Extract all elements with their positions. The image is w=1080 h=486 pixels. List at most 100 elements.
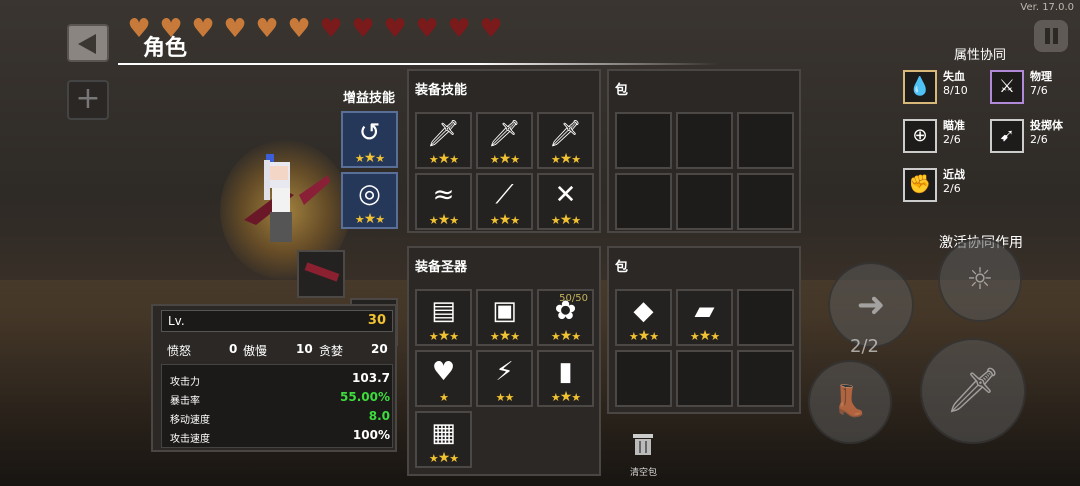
bag-relic-slot[interactable]: ◆ ★★★ — [615, 289, 672, 346]
buff-skill-slot[interactable]: ↺ ★★★ — [341, 111, 398, 168]
pause-button[interactable] — [1034, 20, 1068, 52]
star-rating: ★★★ — [550, 212, 581, 228]
blood-drop-icon: 💧 — [903, 70, 937, 104]
trash-icon[interactable] — [630, 432, 656, 456]
skill-slot[interactable]: ✕ ★★★ — [537, 173, 594, 230]
synergy-value: 7/6 — [1030, 84, 1048, 97]
relic-bag-panel: 包 ◆ ★★★ ▰ ★★★ — [607, 246, 801, 414]
star-rating: ★★★ — [428, 151, 459, 167]
empty-slot[interactable] — [737, 173, 794, 230]
stat-label: 暴击率 — [170, 396, 200, 407]
synergy-value: 2/6 — [943, 133, 961, 146]
sin-label-greed: 贪婪 — [319, 344, 344, 358]
back-arrow-icon — [78, 34, 96, 54]
winged-boot-icon[interactable]: 👢 — [808, 360, 892, 444]
add-button[interactable]: + — [67, 80, 109, 120]
scroll-icon: ▤ — [431, 296, 456, 326]
relic-slot[interactable]: ⚡ ★★ — [476, 350, 533, 407]
stat-row: 移动速度 8.0 — [170, 409, 390, 426]
stone-cube-icon: ▦ — [431, 418, 456, 448]
empty-slot[interactable] — [615, 112, 672, 169]
relic-slot[interactable]: ▣ ★★★ — [476, 289, 533, 346]
star-rating: ★ — [439, 391, 449, 404]
empty-slot[interactable] — [615, 350, 672, 407]
charge-count: 50/50 — [559, 293, 588, 304]
level-bar: Lv. 30 — [161, 310, 393, 332]
star-rating: ★★★ — [428, 212, 459, 228]
stat-value: 8.0 — [368, 409, 390, 423]
feather-slash-icon: ⟋ — [495, 180, 514, 210]
equip-relics-title: 装备圣器 — [415, 260, 468, 275]
whirlwind-icon: ≈ — [432, 180, 455, 210]
equip-relics-grid: ▤ ★★★ ▣ ★★★ ✿ ★★★ 50/50 ♥ ★ ⚡ ★★ ▮ ★★★ ▦ ★★★ — [415, 289, 594, 468]
skill-slot[interactable]: ⟋ ★★★ — [476, 173, 533, 230]
skill-bag-grid — [615, 112, 794, 230]
star-rating: ★★★ — [354, 211, 385, 227]
empty-slot[interactable] — [737, 112, 794, 169]
star-rating: ★★★ — [628, 328, 659, 344]
stats-panel: Lv. 30 愤怒 0 傲慢 10 贪婪 20 攻击力 103.7 暴击率 55.00… — [151, 304, 397, 452]
heart-empty-icon: ♥ — [479, 14, 503, 44]
clear-bag-label[interactable]: 清空包 — [630, 465, 657, 478]
stat-details: 攻击力 103.7 暴击率 55.00% 移动速度 8.0 攻击速度 100% — [161, 364, 393, 448]
empty-slot[interactable] — [676, 350, 733, 407]
gift-box-icon: ▣ — [492, 296, 517, 326]
vortex-orb-icon: ◎ — [358, 179, 381, 209]
synergy-title: 属性协同 — [954, 48, 1007, 63]
weapon-slot[interactable] — [297, 250, 345, 298]
star-rating: ★★ — [495, 391, 515, 404]
relic-bag-title: 包 — [615, 260, 629, 275]
relic-slot[interactable]: ▦ ★★★ — [415, 411, 472, 468]
synergy-aim[interactable]: ⊕ 瞄准 2/6 — [903, 119, 965, 153]
sun-skill-icon[interactable]: ☼ — [938, 238, 1022, 322]
sword-slash-icon: 🗡 — [548, 119, 582, 149]
throw-icon: ➹ — [990, 119, 1024, 153]
synergy-throw[interactable]: ➹ 投掷体 2/6 — [990, 119, 1063, 153]
relic-slot[interactable]: ▮ ★★★ — [537, 350, 594, 407]
page-title: 角色 — [143, 36, 188, 61]
stat-label: 攻击力 — [170, 377, 200, 388]
star-rating: ★★★ — [489, 151, 520, 167]
synergy-melee[interactable]: ✊ 近战 2/6 — [903, 168, 965, 202]
synergy-physical[interactable]: ⚔ 物理 7/6 — [990, 70, 1052, 104]
stat-value: 100% — [352, 428, 390, 442]
heart-empty-icon: ♥ — [383, 14, 407, 44]
empty-slot[interactable] — [615, 173, 672, 230]
relic-slot[interactable]: ♥ ★ — [415, 350, 472, 407]
heart-empty-icon: ♥ — [319, 14, 343, 44]
stat-label: 攻击速度 — [170, 434, 210, 445]
version-label: Ver. 17.0.0 — [1020, 2, 1074, 13]
synergy-name: 投掷体 — [1030, 119, 1063, 132]
relic-bag-grid: ◆ ★★★ ▰ ★★★ — [615, 289, 794, 407]
title-underline — [118, 63, 718, 65]
empty-slot[interactable] — [676, 173, 733, 230]
synergy-name: 失血 — [943, 70, 965, 83]
empty-slot[interactable] — [676, 112, 733, 169]
star-rating: ★★★ — [354, 150, 385, 166]
back-button[interactable] — [67, 24, 109, 62]
bag-relic-slot[interactable]: ▰ ★★★ — [676, 289, 733, 346]
buff-skill-slot[interactable]: ◎ ★★★ — [341, 172, 398, 229]
skill-slot[interactable]: 🗡 ★★★ — [476, 112, 533, 169]
synergy-blood[interactable]: 💧 失血 8/10 — [903, 70, 968, 104]
dash-counter: 2/2 — [850, 336, 879, 357]
synergy-value: 2/6 — [943, 182, 961, 195]
tombstone-icon: ▮ — [558, 357, 573, 387]
skill-slot[interactable]: 🗡 ★★★ — [415, 112, 472, 169]
buff-skills-label: 增益技能 — [343, 91, 396, 106]
empty-slot[interactable] — [737, 350, 794, 407]
empty-slot[interactable] — [737, 289, 794, 346]
fist-icon: ✊ — [903, 168, 937, 202]
skill-slot[interactable]: 🗡 ★★★ — [537, 112, 594, 169]
skill-bag-title: 包 — [615, 83, 629, 98]
equip-skills-title: 装备技能 — [415, 83, 468, 98]
relic-slot[interactable]: ▤ ★★★ — [415, 289, 472, 346]
heart-full-icon: ♥ — [287, 14, 311, 44]
skill-slot[interactable]: ≈ ★★★ — [415, 173, 472, 230]
relic-slot[interactable]: ✿ ★★★ 50/50 — [537, 289, 594, 346]
heart-empty-icon: ♥ — [351, 14, 375, 44]
amber-crystal-icon: ◆ — [633, 296, 654, 326]
star-rating: ★★★ — [428, 450, 459, 466]
attack-sword-icon[interactable]: 🗡 — [920, 338, 1026, 444]
stat-row: 攻击力 103.7 — [170, 371, 390, 388]
